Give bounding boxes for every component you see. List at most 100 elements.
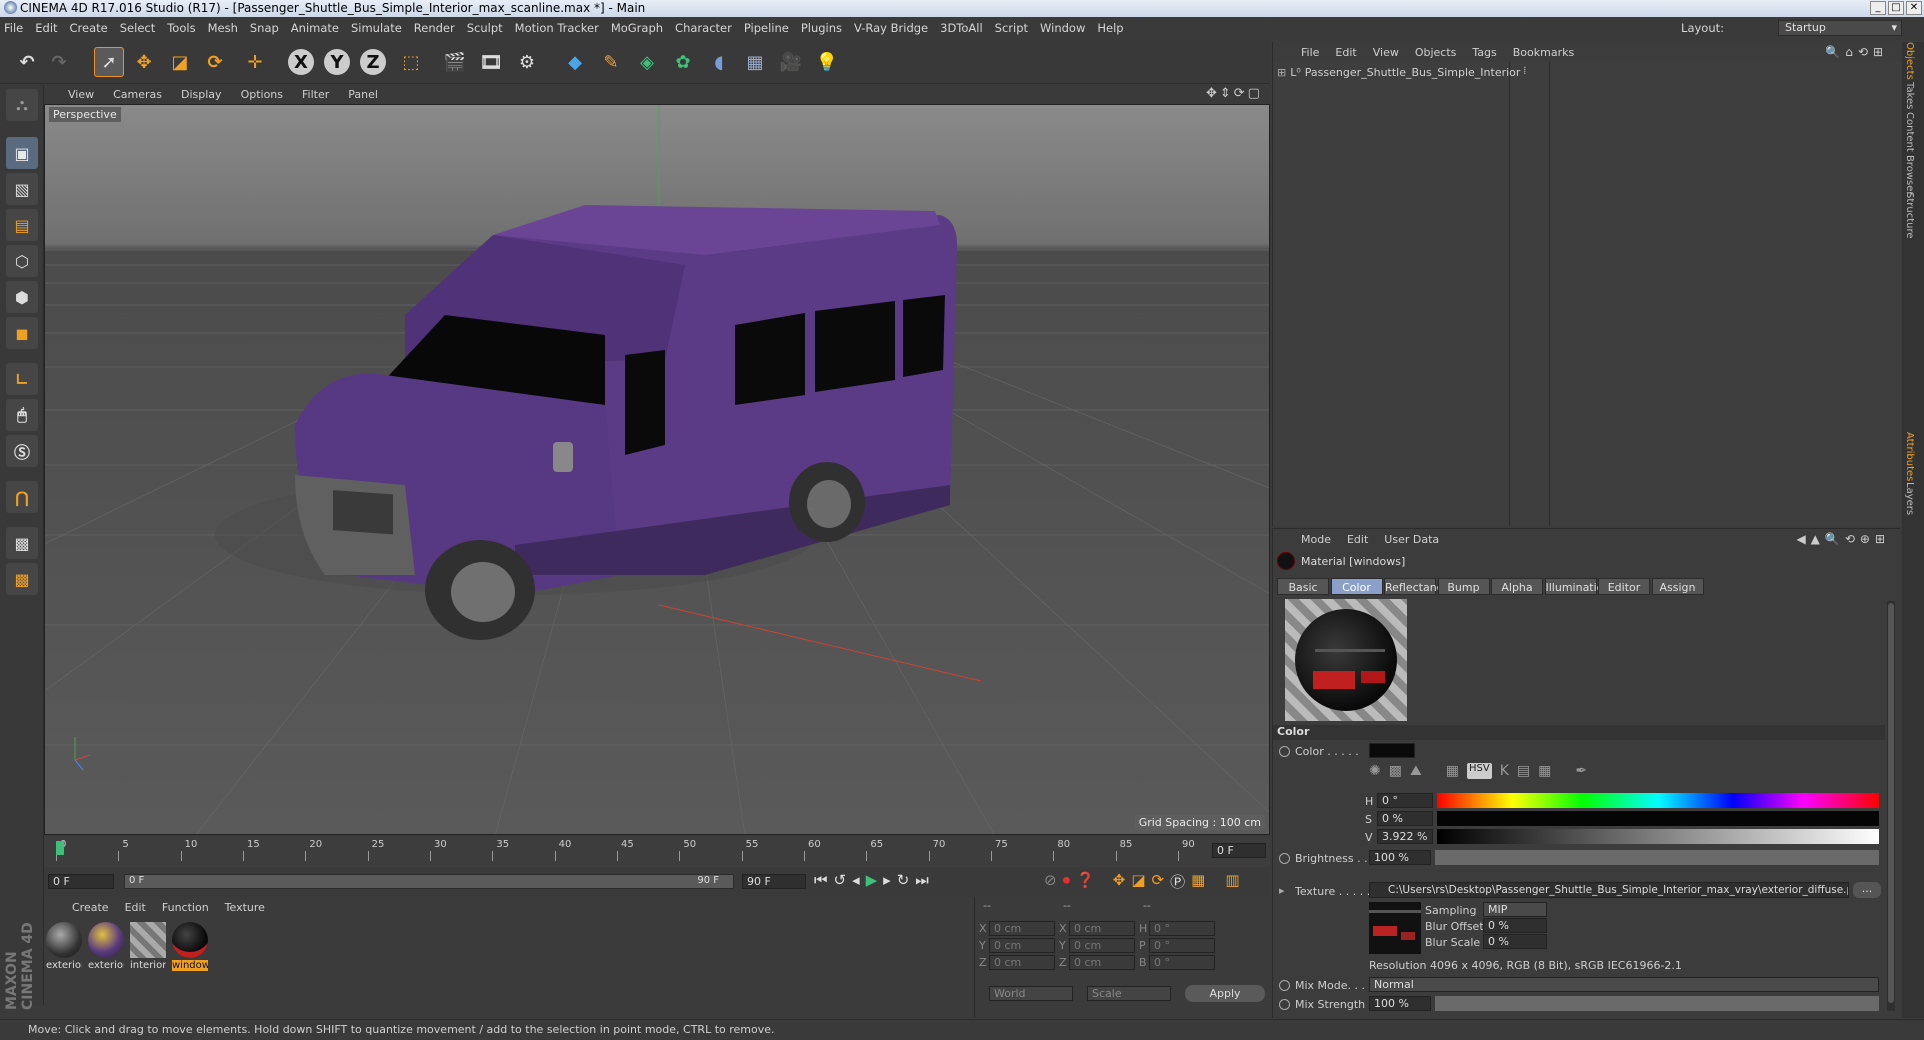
mix-mode-select[interactable]: Normal bbox=[1369, 977, 1879, 992]
points-mode-icon[interactable]: ⬡ bbox=[6, 245, 38, 277]
object-manager-tools[interactable]: 🔍⌂⟲⊞ bbox=[1825, 45, 1888, 59]
viewport-menu-cameras[interactable]: Cameras bbox=[113, 88, 162, 101]
menu-character[interactable]: Character bbox=[675, 21, 732, 35]
tab-bump[interactable]: Bump bbox=[1437, 578, 1490, 595]
mix-strength-slider[interactable] bbox=[1435, 996, 1879, 1011]
viewport-menu-options[interactable]: Options bbox=[241, 88, 283, 101]
kelvin-mode-icon[interactable]: K bbox=[1500, 763, 1509, 779]
object-menu-tags[interactable]: Tags bbox=[1472, 46, 1496, 59]
tab-reflectance[interactable]: Reflectance bbox=[1384, 578, 1450, 595]
menu-plugins[interactable]: Plugins bbox=[801, 21, 842, 35]
coord-field[interactable]: 0 ° bbox=[1149, 921, 1215, 936]
key-position-icon[interactable]: ✥ bbox=[1113, 871, 1126, 892]
edges-mode-icon[interactable]: ⬢ bbox=[6, 281, 38, 313]
right-tab-layers[interactable]: Layers bbox=[1904, 482, 1915, 515]
right-tab-content-browser[interactable]: Content Browser bbox=[1904, 112, 1915, 195]
hsv-mode-button[interactable]: HSV bbox=[1466, 763, 1492, 779]
maximize-button[interactable]: □ bbox=[1888, 1, 1904, 15]
menu-script[interactable]: Script bbox=[995, 21, 1028, 35]
s-field[interactable]: 0 % bbox=[1377, 811, 1433, 826]
menu-mesh[interactable]: Mesh bbox=[208, 21, 238, 35]
spectrum-icon[interactable]: ▩ bbox=[1389, 763, 1402, 779]
coord-field[interactable]: 0 cm bbox=[989, 955, 1055, 970]
previous-frame-icon[interactable]: ◂ bbox=[852, 871, 860, 889]
material-swatch[interactable]: exterior_ bbox=[88, 922, 124, 971]
menu-motion-tracker[interactable]: Motion Tracker bbox=[515, 21, 599, 35]
menu-animate[interactable]: Animate bbox=[291, 21, 339, 35]
object-row[interactable]: ⊞ L⁰ Passenger_Shuttle_Bus_Simple_Interi… bbox=[1277, 64, 1520, 80]
menu-edit[interactable]: Edit bbox=[35, 21, 57, 35]
rgb-mode-icon[interactable]: ▦ bbox=[1446, 763, 1459, 779]
texture-mode-icon[interactable]: ▧ bbox=[6, 173, 38, 205]
move-tool-icon[interactable]: ✥ bbox=[129, 47, 159, 77]
lock-workplane-icon[interactable]: ▩ bbox=[6, 527, 38, 559]
polygons-mode-icon[interactable]: ◼ bbox=[6, 317, 38, 349]
record-active-icon[interactable]: ⏺ bbox=[1063, 871, 1071, 892]
key-scale-icon[interactable]: ◪ bbox=[1131, 871, 1145, 892]
tab-illumination[interactable]: Illumination bbox=[1544, 578, 1610, 595]
undo-icon[interactable]: ↶ bbox=[12, 47, 42, 77]
right-tab-structure[interactable]: Structure bbox=[1904, 192, 1915, 239]
image-picker-icon[interactable]: ⛰ bbox=[1410, 763, 1422, 779]
attribute-scrollbar[interactable] bbox=[1887, 601, 1895, 1011]
z-axis-icon[interactable]: Z bbox=[360, 49, 386, 75]
cube-primitive-icon[interactable]: ◆ bbox=[560, 47, 590, 77]
tab-basic[interactable]: Basic bbox=[1277, 578, 1329, 595]
playhead[interactable] bbox=[56, 841, 64, 855]
expand-icon[interactable]: ⊞ bbox=[1277, 66, 1286, 79]
workplane-icon[interactable]: ▤ bbox=[6, 209, 38, 241]
autokey-icon[interactable]: ❓ bbox=[1076, 871, 1095, 892]
material-menu-texture[interactable]: Texture bbox=[225, 901, 265, 914]
menu-window[interactable]: Window bbox=[1040, 21, 1085, 35]
visibility-icon[interactable]: ⁞ bbox=[1523, 64, 1527, 77]
preview-range-slider[interactable]: 0 F 90 F bbox=[124, 874, 734, 889]
h-field[interactable]: 0 ° bbox=[1377, 793, 1433, 808]
brightness-slider[interactable] bbox=[1435, 850, 1879, 865]
menu-create[interactable]: Create bbox=[70, 21, 108, 35]
brightness-field[interactable]: 100 % bbox=[1369, 850, 1431, 865]
light-object-icon[interactable]: 💡 bbox=[812, 47, 842, 77]
coord-field[interactable]: 0 cm bbox=[989, 938, 1055, 953]
hue-slider[interactable] bbox=[1437, 793, 1879, 808]
coord-field[interactable]: 0 cm bbox=[1069, 938, 1135, 953]
end-frame-field[interactable]: 90 F bbox=[742, 874, 806, 889]
next-frame-icon[interactable]: ▸ bbox=[883, 871, 891, 889]
play-icon[interactable]: ▶ bbox=[866, 871, 878, 889]
scale-tool-icon[interactable]: ◪ bbox=[165, 47, 195, 77]
viewport-menu-view[interactable]: View bbox=[68, 88, 94, 101]
viewport-menu-display[interactable]: Display bbox=[181, 88, 222, 101]
color-swatch[interactable] bbox=[1369, 743, 1415, 758]
coord-field[interactable]: 0 cm bbox=[989, 921, 1055, 936]
material-menu-function[interactable]: Function bbox=[162, 901, 209, 914]
menu-simulate[interactable]: Simulate bbox=[351, 21, 402, 35]
brightness-radio[interactable] bbox=[1279, 853, 1290, 864]
menu-3dtoall[interactable]: 3DToAll bbox=[940, 21, 983, 35]
close-button[interactable]: ✕ bbox=[1906, 1, 1922, 15]
blur-offset-field[interactable]: 0 % bbox=[1483, 918, 1547, 933]
mix-strength-radio[interactable] bbox=[1279, 999, 1290, 1010]
value-slider[interactable] bbox=[1437, 829, 1879, 844]
viewport-menu-panel[interactable]: Panel bbox=[348, 88, 378, 101]
rotate-tool-icon[interactable]: ⟳ bbox=[200, 47, 230, 77]
menu-pipeline[interactable]: Pipeline bbox=[744, 21, 789, 35]
texture-path-field[interactable]: C:\Users\rs\Desktop\Passenger_Shuttle_Bu… bbox=[1369, 882, 1849, 898]
x-axis-icon[interactable]: X bbox=[288, 49, 314, 75]
tweak-mode-icon[interactable]: 🖱 bbox=[6, 399, 38, 431]
key-parameter-icon[interactable]: Ⓟ bbox=[1170, 871, 1185, 892]
blur-scale-field[interactable]: 0 % bbox=[1483, 934, 1547, 949]
next-key-icon[interactable]: ↻ bbox=[897, 871, 910, 889]
swatches-mode-icon[interactable]: ▦ bbox=[1538, 763, 1551, 779]
live-selection-icon[interactable]: ✛ bbox=[240, 47, 270, 77]
timeline-ruler[interactable]: 051015202530354045505560657075808590 0 F bbox=[44, 837, 1270, 867]
sampling-select[interactable]: MIP bbox=[1483, 902, 1547, 917]
snapping-icon[interactable]: Ⓢ bbox=[6, 435, 38, 467]
tab-alpha[interactable]: Alpha bbox=[1491, 578, 1543, 595]
viewport-navigation-icons[interactable]: ✥⇕⟳▢ bbox=[1206, 86, 1263, 101]
texture-expand-icon[interactable]: ▸ bbox=[1279, 884, 1285, 897]
mixer-mode-icon[interactable]: ▤ bbox=[1517, 763, 1530, 779]
axis-mode-icon[interactable]: ∟ bbox=[6, 363, 38, 395]
right-tab-attributes[interactable]: Attributes bbox=[1904, 432, 1915, 481]
object-menu-objects[interactable]: Objects bbox=[1415, 46, 1457, 59]
attribute-menu-edit[interactable]: Edit bbox=[1347, 533, 1368, 546]
color-param-radio[interactable] bbox=[1279, 746, 1290, 757]
